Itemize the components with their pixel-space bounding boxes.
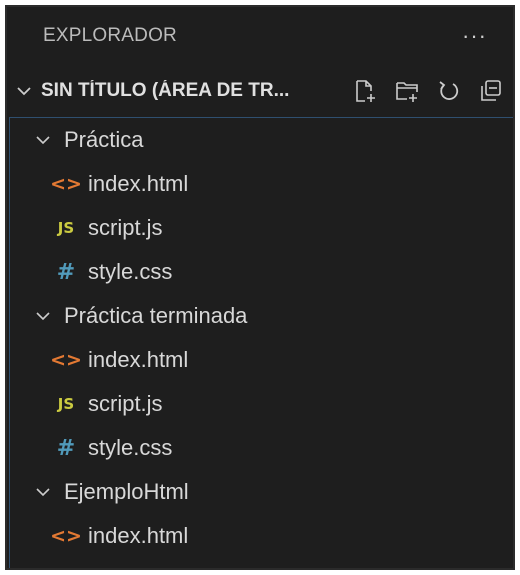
file-index-html[interactable]: <> index.html bbox=[10, 514, 513, 558]
file-index-html[interactable]: <> index.html bbox=[10, 162, 513, 206]
file-script-js[interactable]: JS script.js bbox=[10, 382, 513, 426]
js-file-icon: JS bbox=[57, 395, 75, 413]
workspace-title: SIN TÍTULO (ÁREA DE TR... bbox=[41, 80, 290, 101]
workspace-header[interactable]: SIN TÍTULO (ÁREA DE TR... bbox=[7, 65, 513, 117]
folder-label: Práctica bbox=[64, 127, 144, 152]
chevron-down-icon[interactable] bbox=[32, 129, 54, 151]
file-label: script.js bbox=[88, 215, 163, 240]
chevron-down-icon[interactable] bbox=[32, 305, 54, 327]
explorer-panel: EXPLORADOR ··· SIN TÍTULO (ÁREA DE TR... bbox=[5, 5, 515, 570]
html-file-icon: <> bbox=[50, 525, 82, 547]
css-file-icon: # bbox=[56, 259, 76, 285]
refresh-icon[interactable] bbox=[435, 77, 463, 105]
file-label: style.css bbox=[88, 435, 173, 460]
more-actions-icon[interactable]: ··· bbox=[462, 25, 487, 47]
folder-label: EjemploHtml bbox=[64, 479, 189, 504]
file-tree: Práctica <> index.html JS script.js # st… bbox=[9, 117, 513, 568]
file-style-css[interactable]: # style.css bbox=[10, 250, 513, 294]
chevron-down-icon[interactable] bbox=[13, 80, 35, 102]
js-file-icon: JS bbox=[57, 219, 75, 237]
file-label: index.html bbox=[88, 171, 189, 196]
file-label: index.html bbox=[88, 347, 189, 372]
collapse-all-icon[interactable] bbox=[477, 77, 505, 105]
workspace-actions bbox=[351, 77, 505, 105]
file-style-css[interactable]: # style.css bbox=[10, 426, 513, 470]
html-file-icon: <> bbox=[50, 173, 82, 195]
file-index-html[interactable]: <> index.html bbox=[10, 338, 513, 382]
folder-ejemplohtml[interactable]: EjemploHtml bbox=[10, 470, 513, 514]
explorer-header: EXPLORADOR ··· bbox=[7, 7, 513, 65]
new-folder-icon[interactable] bbox=[393, 77, 421, 105]
file-label: style.css bbox=[88, 259, 173, 284]
file-label: script.js bbox=[88, 391, 163, 416]
folder-label: Práctica terminada bbox=[64, 303, 248, 328]
folder-practica[interactable]: Práctica bbox=[10, 118, 513, 162]
html-file-icon: <> bbox=[50, 349, 82, 371]
css-file-icon: # bbox=[56, 435, 76, 461]
file-label: index.html bbox=[88, 523, 189, 548]
folder-practica-terminada[interactable]: Práctica terminada bbox=[10, 294, 513, 338]
explorer-title: EXPLORADOR bbox=[43, 25, 177, 46]
chevron-down-icon[interactable] bbox=[32, 481, 54, 503]
file-script-js[interactable]: JS script.js bbox=[10, 206, 513, 250]
new-file-icon[interactable] bbox=[351, 77, 379, 105]
